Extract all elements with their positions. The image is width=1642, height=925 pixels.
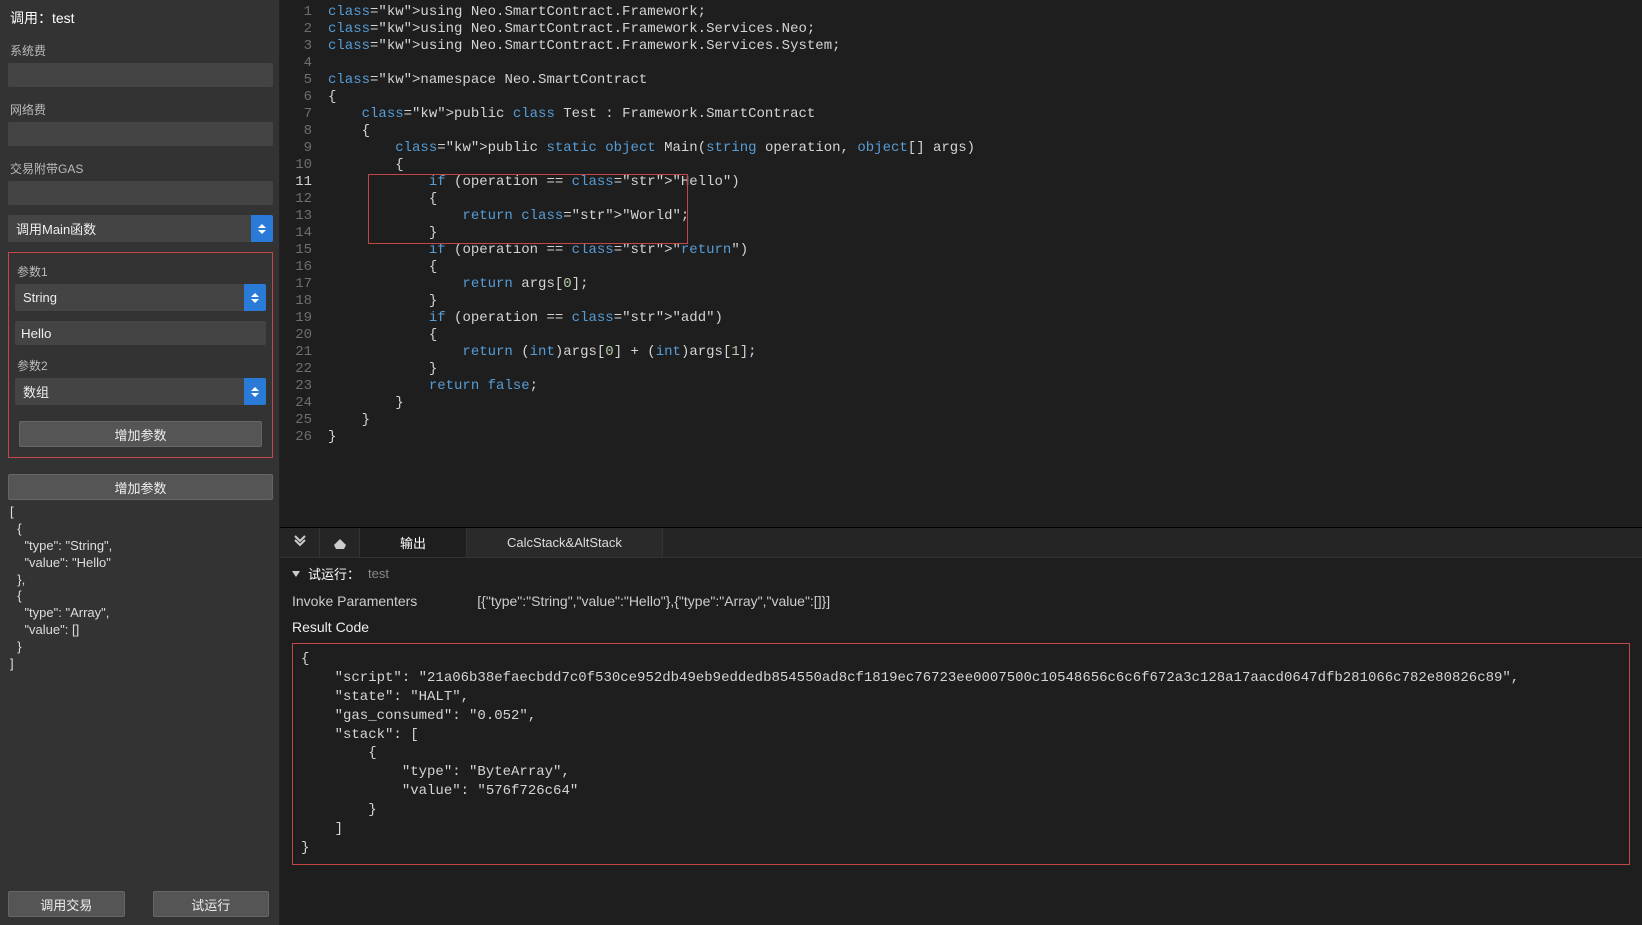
select-param2-type[interactable]: 数组: [15, 378, 266, 405]
invoke-params-value: [{"type":"String","value":"Hello"},{"typ…: [477, 593, 830, 609]
invoke-params-row: Invoke Paramenters [{"type":"String","va…: [292, 593, 1630, 609]
label-sysfee: 系统费: [8, 42, 273, 59]
caret-down-icon: [292, 571, 300, 577]
label-param1: 参数1: [15, 263, 266, 280]
code-area[interactable]: class="kw">using Neo.SmartContract.Frame…: [328, 4, 1642, 527]
invoke-tx-button[interactable]: 调用交易: [8, 891, 125, 917]
add-param-inner-button[interactable]: 增加参数: [19, 421, 262, 447]
input-sysfee[interactable]: [8, 63, 273, 87]
select-main-function[interactable]: 调用Main函数: [8, 215, 273, 242]
run-header[interactable]: 试运行： test: [292, 564, 1630, 583]
code-editor[interactable]: 1234567891011121314151617181920212223242…: [280, 0, 1642, 527]
result-code-label: Result Code: [292, 619, 1630, 635]
select-param1-type[interactable]: String: [15, 284, 266, 311]
param2-type-text: 数组: [15, 382, 244, 401]
label-netfee: 网络费: [8, 101, 273, 118]
left-action-buttons: 调用交易 试运行: [8, 891, 273, 917]
bottom-content: 试运行： test Invoke Paramenters [{"type":"S…: [280, 558, 1642, 925]
add-param-outer-button[interactable]: 增加参数: [8, 474, 273, 500]
left-panel: 调用：test 系统费 网络费 交易附带GAS 调用Main函数 参数1 Str…: [0, 0, 280, 925]
line-gutter: 1234567891011121314151617181920212223242…: [280, 4, 328, 527]
tab-stacks[interactable]: CalcStack&AltStack: [467, 528, 663, 557]
result-code-box: { "script": "21a06b38efaecbdd7c0f530ce95…: [292, 643, 1630, 865]
title-prefix: 调用：: [10, 10, 52, 26]
collapse-icon[interactable]: [280, 528, 320, 557]
invoke-params-label: Invoke Paramenters: [292, 593, 417, 609]
clear-icon[interactable]: [320, 528, 360, 557]
run-label-prefix: 试运行：: [308, 564, 360, 583]
params-json-preview: [ { "type": "String", "value": "Hello" }…: [8, 500, 273, 881]
bottom-panel: 输出 CalcStack&AltStack 试运行： test Invoke P…: [280, 527, 1642, 925]
param1-type-text: String: [15, 290, 244, 305]
bottom-tabs: 输出 CalcStack&AltStack: [280, 528, 1642, 558]
input-param1-value[interactable]: [15, 321, 266, 345]
label-gas: 交易附带GAS: [8, 160, 273, 177]
chevron-updown-icon[interactable]: [244, 378, 266, 405]
tab-output[interactable]: 输出: [360, 528, 467, 557]
params-highlight-box: 参数1 String 参数2 数组 增加参数: [8, 252, 273, 458]
panel-title: 调用：test: [8, 8, 273, 28]
input-netfee[interactable]: [8, 122, 273, 146]
chevron-updown-icon[interactable]: [244, 284, 266, 311]
input-gas[interactable]: [8, 181, 273, 205]
run-name: test: [368, 566, 389, 581]
chevron-updown-icon[interactable]: [251, 215, 273, 242]
select-main-text: 调用Main函数: [8, 219, 251, 238]
right-area: 1234567891011121314151617181920212223242…: [280, 0, 1642, 925]
app-root: 调用：test 系统费 网络费 交易附带GAS 调用Main函数 参数1 Str…: [0, 0, 1642, 925]
title-name: test: [52, 10, 75, 26]
label-param2: 参数2: [15, 357, 266, 374]
test-run-button[interactable]: 试运行: [153, 891, 270, 917]
